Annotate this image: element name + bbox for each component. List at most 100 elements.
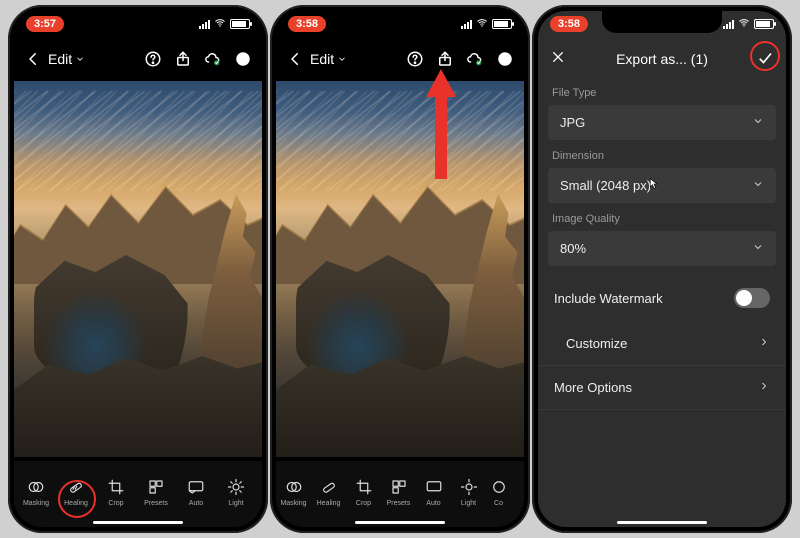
back-icon[interactable] [286,50,304,68]
file-type-value: JPG [560,115,585,130]
tool-crop[interactable]: Crop [346,476,381,507]
chevron-down-icon [337,54,347,64]
wifi-icon [476,17,488,32]
export-title: Export as... (1) [616,51,708,67]
close-icon [550,49,566,65]
tool-color[interactable]: Co [486,476,511,507]
dimension-value: Small (2048 px) [560,178,659,193]
photo-preview[interactable] [276,81,524,457]
home-indicator [93,521,183,524]
signal-icon [461,20,472,29]
battery-icon [230,19,250,29]
tool-healing[interactable]: Healing [311,476,346,507]
include-watermark-label: Include Watermark [554,291,663,306]
wifi-icon [738,17,750,32]
cloud-sync-icon[interactable] [466,50,484,68]
more-options-row[interactable]: More Options [538,366,786,409]
edit-label: Edit [310,51,334,67]
file-type-select[interactable]: JPG [548,105,776,140]
file-type-label: File Type [552,87,772,99]
confirm-button[interactable] [756,49,774,70]
wifi-icon [214,17,226,32]
signal-icon [199,20,210,29]
more-options-label: More Options [554,380,632,395]
edit-label: Edit [48,51,72,67]
masking-icon [16,476,56,498]
presets-icon [136,476,176,498]
help-icon[interactable] [406,50,424,68]
customize-label: Customize [566,336,627,351]
tool-light[interactable]: Light [451,476,486,507]
status-icons [199,17,250,32]
masking-icon [276,476,311,498]
export-header: Export as... (1) [538,41,786,77]
image-quality-select[interactable]: 80% [548,231,776,266]
healing-icon [56,476,96,498]
phone-1: 3:57 Edit [8,5,268,533]
more-icon[interactable] [234,50,252,68]
tool-light[interactable]: Light [216,476,256,507]
more-icon[interactable] [496,50,514,68]
back-icon[interactable] [24,50,42,68]
customize-row[interactable]: Customize [538,322,786,365]
signal-icon [723,20,734,29]
tool-masking[interactable]: Masking [276,476,311,507]
home-indicator [617,521,707,524]
phone-3: 3:58 Export as... (1) File Typ [532,5,792,533]
screen: 3:57 Edit [14,11,262,527]
bottom-toolbar: Masking Healing Crop Presets Auto [276,461,524,527]
notch [340,11,460,33]
edit-header: Edit [276,41,524,77]
auto-icon [176,476,216,498]
tool-healing[interactable]: Healing [56,476,96,507]
include-watermark-row: Include Watermark [538,274,786,322]
edit-dropdown[interactable]: Edit [310,51,347,67]
battery-icon [754,19,774,29]
close-button[interactable] [550,49,566,68]
image-quality-label: Image Quality [552,213,772,225]
export-screen: 3:58 Export as... (1) File Typ [538,11,786,527]
image-quality-value: 80% [560,241,586,256]
tool-auto[interactable]: Auto [176,476,216,507]
chevron-down-icon [752,178,764,193]
check-icon [756,49,774,67]
auto-icon [416,476,451,498]
chevron-right-icon [758,336,770,351]
battery-icon [492,19,512,29]
cloud-sync-icon[interactable] [204,50,222,68]
crop-icon [346,476,381,498]
share-icon[interactable] [436,50,454,68]
light-icon [451,476,486,498]
status-icons [461,17,512,32]
highlight-arrow-share [426,69,456,184]
screen: 3:58 Edit [276,11,524,527]
light-icon [216,476,256,498]
dimension-select[interactable]: Small (2048 px) [548,168,776,203]
tool-masking[interactable]: Masking [16,476,56,507]
healing-icon [311,476,346,498]
clock-pill: 3:58 [550,16,588,32]
notch [602,11,722,33]
edit-header: Edit [14,41,262,77]
share-icon[interactable] [174,50,192,68]
crop-icon [96,476,136,498]
notch [78,11,198,33]
clock-pill: 3:57 [26,16,64,32]
tool-presets[interactable]: Presets [381,476,416,507]
bottom-toolbar: Masking Healing Crop Presets Auto [14,461,262,527]
dimension-label: Dimension [552,150,772,162]
tool-auto[interactable]: Auto [416,476,451,507]
chevron-down-icon [752,115,764,130]
edit-dropdown[interactable]: Edit [48,51,85,67]
tool-crop[interactable]: Crop [96,476,136,507]
phone-2: 3:58 Edit [270,5,530,533]
chevron-down-icon [75,54,85,64]
home-indicator [355,521,445,524]
include-watermark-toggle[interactable] [734,288,770,308]
chevron-right-icon [758,380,770,395]
tool-presets[interactable]: Presets [136,476,176,507]
chevron-down-icon [752,241,764,256]
clock-pill: 3:58 [288,16,326,32]
help-icon[interactable] [144,50,162,68]
photo-preview[interactable] [14,81,262,457]
